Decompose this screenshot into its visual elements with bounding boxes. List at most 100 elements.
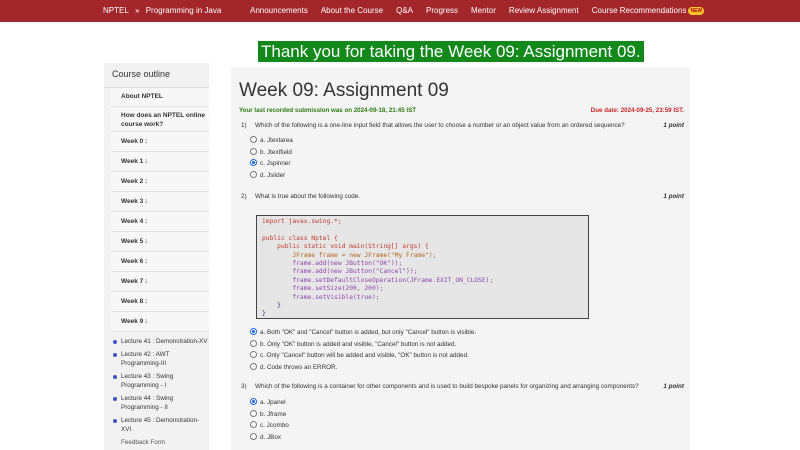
radio-selected-icon[interactable]	[250, 158, 257, 166]
radio-icon[interactable]	[250, 147, 257, 155]
q1-option-a[interactable]: a. Jtextarea	[250, 135, 293, 146]
question-3-text: 3) Which of the following is a container …	[241, 383, 639, 390]
question-number: 1)	[241, 122, 247, 129]
radio-icon[interactable]	[250, 362, 257, 370]
option-label: b. Only "OK" button is added and visible…	[260, 341, 457, 348]
radio-icon[interactable]	[250, 350, 257, 358]
submission-banner: Thank you for taking the Week 09: Assign…	[258, 41, 644, 62]
due-date-text: Due date: 2024-09-25, 23:59 IST.	[590, 107, 684, 114]
question-prompt: Which of the following is a one-line inp…	[255, 122, 625, 129]
code-line: import javax.swing.*;	[262, 218, 342, 225]
option-label: d. Code throws an ERROR.	[260, 364, 338, 371]
breadcrumb-separator: »	[135, 6, 140, 15]
sidebar-item-about-nptel[interactable]: About NPTEL	[111, 88, 209, 107]
code-line: public class Nptel {	[262, 234, 338, 242]
nav-course-recommendations[interactable]: Course Recommendations NEW	[591, 0, 705, 22]
sidebar-subitem-feedback-form[interactable]: Feedback Form	[111, 436, 209, 449]
nav-course-recommendations-label: Course Recommendations	[591, 6, 687, 15]
bullet-icon	[113, 375, 117, 379]
sidebar-item-week-8[interactable]: Week 8 :	[111, 292, 209, 312]
sidebar-subitem-lecture-43[interactable]: Lecture 43 : Swing Programming - I	[111, 370, 209, 392]
main-nav: Announcements About the Course Q&A Progr…	[250, 0, 717, 22]
q3-option-c[interactable]: c. Jcombo	[250, 420, 289, 431]
option-label: c. Jcombo	[260, 422, 289, 429]
q1-option-b[interactable]: b. Jtextfield	[250, 147, 292, 158]
code-line: public static void main(String[] args) {	[262, 243, 429, 251]
nav-review-assignment[interactable]: Review Assignment	[509, 0, 579, 22]
option-label: d. JBox	[260, 434, 281, 441]
nav-qa[interactable]: Q&A	[396, 0, 413, 22]
option-label: b. Jtextfield	[260, 149, 292, 156]
radio-icon[interactable]	[250, 409, 257, 417]
sidebar-subitem-lecture-41[interactable]: Lecture 41 : Demonstration-XV	[111, 335, 209, 348]
nav-announcements[interactable]: Announcements	[250, 0, 308, 22]
question-3-points: 1 point	[663, 383, 684, 390]
radio-icon[interactable]	[250, 339, 257, 347]
radio-selected-icon[interactable]	[250, 397, 257, 405]
code-line: }	[262, 302, 281, 310]
radio-selected-icon[interactable]	[250, 327, 257, 335]
new-badge-icon: NEW	[688, 6, 705, 15]
radio-icon[interactable]	[250, 170, 257, 178]
q2-option-a[interactable]: a. Both "OK" and "Cancel" button is adde…	[250, 327, 477, 338]
q3-option-a[interactable]: a. Jpanel	[250, 397, 286, 408]
sidebar-item-week-3[interactable]: Week 3 :	[111, 192, 209, 212]
brand-link[interactable]: NPTEL	[103, 6, 129, 15]
course-outline-sidebar: Course outline About NPTEL How does an N…	[104, 63, 209, 450]
q2-option-c[interactable]: c. Only "Cancel" button will be added an…	[250, 350, 469, 361]
q2-option-b[interactable]: b. Only "OK" button is added and visible…	[250, 339, 457, 350]
lecture-label: Lecture 42 : AWT Programming-III	[121, 351, 170, 367]
nav-progress[interactable]: Progress	[426, 0, 458, 22]
question-prompt: What is true about the following code.	[255, 193, 361, 200]
sidebar-item-week-2[interactable]: Week 2 :	[111, 172, 209, 192]
question-number: 3)	[241, 383, 247, 390]
code-line: frame.setSize(200, 200);	[262, 285, 384, 293]
top-navbar: NPTEL » Programming in Java Announcement…	[0, 0, 800, 22]
radio-icon[interactable]	[250, 420, 257, 428]
sidebar-subitem-lecture-45[interactable]: Lecture 45 : Demonstration-XVI	[111, 414, 209, 436]
breadcrumb: NPTEL » Programming in Java	[103, 0, 225, 22]
q1-option-d[interactable]: d. Jslider	[250, 170, 286, 181]
sidebar-item-week-7[interactable]: Week 7 :	[111, 272, 209, 292]
option-label: c. Only "Cancel" button will be added an…	[260, 352, 469, 359]
assignment-panel: Week 09: Assignment 09 Your last recorde…	[231, 67, 690, 450]
course-link[interactable]: Programming in Java	[146, 6, 222, 15]
sidebar-item-week-9[interactable]: Week 9 :	[111, 312, 209, 332]
code-line: JFrame frame = new JFrame("My Frame");	[262, 251, 437, 259]
code-line: frame.add(new JButton("Cancel"));	[262, 268, 418, 276]
question-1-text: 1) Which of the following is a one-line i…	[241, 122, 625, 129]
q3-option-d[interactable]: d. JBox	[250, 432, 281, 443]
question-number: 2)	[241, 193, 247, 200]
lecture-label: Lecture 43 : Swing Programming - I	[121, 373, 174, 389]
last-submission-text: Your last recorded submission was on 202…	[239, 107, 416, 114]
code-block: import javax.swing.*; public class Nptel…	[256, 215, 589, 319]
radio-icon[interactable]	[250, 135, 257, 143]
q3-option-b[interactable]: b. Jframe	[250, 409, 286, 420]
question-2-text: 2) What is true about the following code.	[241, 193, 360, 200]
sidebar-subitem-lecture-44[interactable]: Lecture 44 : Swing Programming - II	[111, 392, 209, 414]
code-line: frame.add(new JButton("OK"));	[262, 260, 403, 268]
code-line: frame.setDefaultCloseOperation(JFrame.EX…	[262, 276, 494, 284]
option-label: a. Jtextarea	[260, 137, 293, 144]
sidebar-subitem-lecture-42[interactable]: Lecture 42 : AWT Programming-III	[111, 348, 209, 370]
question-2-points: 1 point	[663, 193, 684, 200]
assignment-title: Week 09: Assignment 09	[239, 80, 449, 101]
q2-option-d[interactable]: d. Code throws an ERROR.	[250, 362, 338, 373]
nav-about-course[interactable]: About the Course	[321, 0, 383, 22]
sidebar-item-week-4[interactable]: Week 4 :	[111, 212, 209, 232]
radio-icon[interactable]	[250, 432, 257, 440]
option-label: a. Both "OK" and "Cancel" button is adde…	[260, 329, 477, 336]
option-label: d. Jslider	[260, 172, 286, 179]
question-1-points: 1 point	[663, 122, 684, 129]
sidebar-item-week-6[interactable]: Week 6 :	[111, 252, 209, 272]
sidebar-item-week-1[interactable]: Week 1 :	[111, 152, 209, 172]
q1-option-c[interactable]: c. Jspinner	[250, 158, 290, 169]
sidebar-item-week-5[interactable]: Week 5 :	[111, 232, 209, 252]
bullet-icon	[113, 397, 117, 401]
nav-mentor[interactable]: Mentor	[471, 0, 496, 22]
sidebar-item-how-course-works[interactable]: How does an NPTEL online course work?	[111, 107, 209, 132]
lecture-label: Lecture 45 : Demonstration-XVI	[121, 417, 200, 433]
bullet-icon	[113, 340, 117, 344]
sidebar-item-week-0[interactable]: Week 0 :	[111, 132, 209, 152]
code-line: }	[262, 310, 266, 318]
